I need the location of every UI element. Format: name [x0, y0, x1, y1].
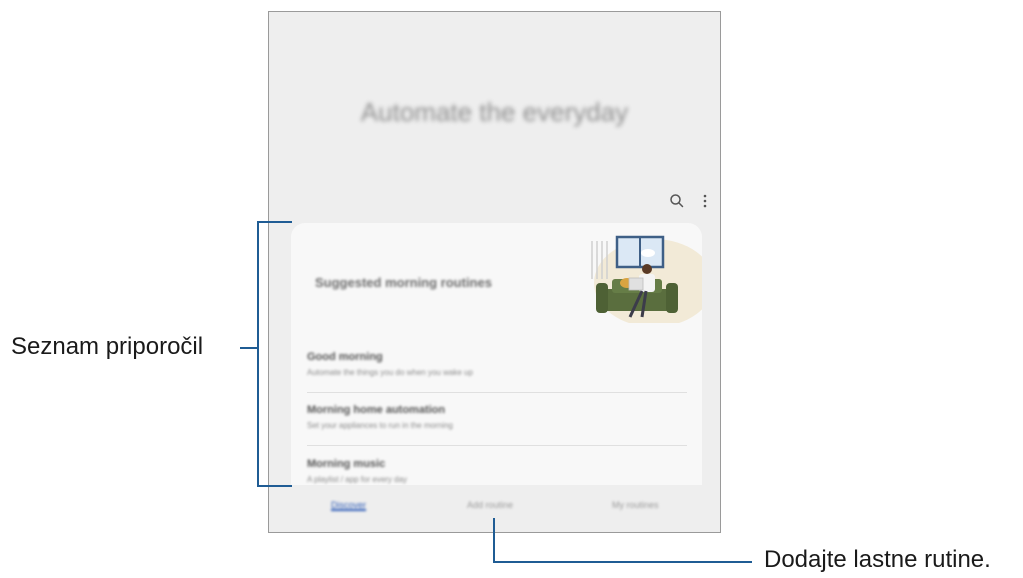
- pointer-add-routine-line: [493, 518, 752, 563]
- callout-lines: [240, 221, 752, 563]
- callout-add-own-routines: Dodajte lastne rutine.: [764, 546, 991, 573]
- bracket-recommendations-line: [257, 221, 292, 487]
- callout-recommendations-list: Seznam priporočil: [11, 333, 204, 360]
